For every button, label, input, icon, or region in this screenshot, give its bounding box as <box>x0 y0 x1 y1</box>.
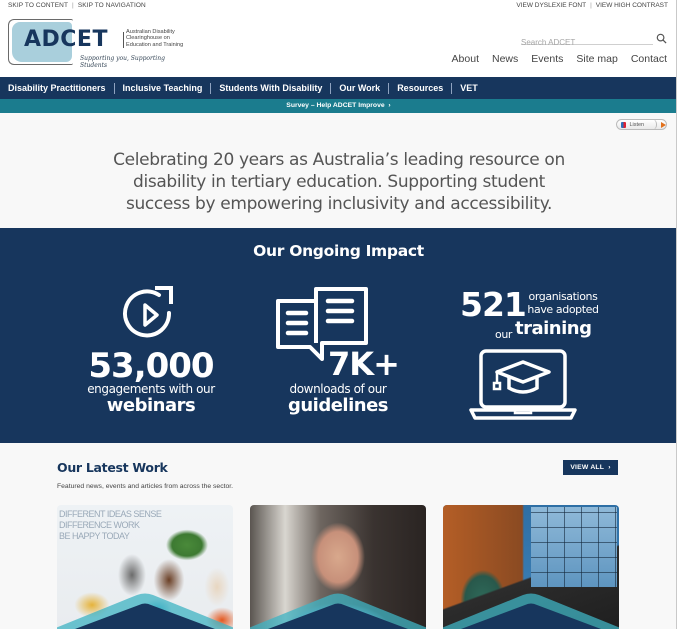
skip-links: SKIP TO CONTENT | SKIP TO NAVIGATION <box>8 2 146 9</box>
survey-banner-link[interactable]: Survey – Help ADCET Improve › <box>0 99 676 113</box>
intro-section: Listen Celebrating 20 years as Australia… <box>0 113 676 228</box>
nav-about[interactable]: About <box>452 53 479 65</box>
main-nav-vet[interactable]: VET <box>460 83 478 93</box>
nav-news[interactable]: News <box>492 53 518 65</box>
stat-webinars: 53,000 engagements with our webinars <box>75 283 227 416</box>
logo-tagline: Supporting you, Supporting Students <box>80 55 165 69</box>
listen-divider <box>652 119 657 130</box>
main-nav-inclusive-teaching[interactable]: Inclusive Teaching <box>123 83 203 93</box>
impact-section: Our Ongoing Impact 53,000 engagements wi… <box>0 228 676 443</box>
dyslexie-font-link[interactable]: VIEW DYSLEXIE FONT <box>516 2 586 9</box>
latest-work-card[interactable]: DIFFERENT IDEAS SENSE DIFFERENCE WORK BE… <box>57 505 233 629</box>
nav-events[interactable]: Events <box>531 53 563 65</box>
chevron-overlay-decoration <box>250 593 426 629</box>
logo-full-name: Australian Disability Clearinghouse on E… <box>126 29 184 48</box>
wall-text-decoration: DIFFERENT IDEAS SENSE DIFFERENCE WORK BE… <box>59 509 162 542</box>
wall-text: DIFFERENT IDEAS SENSE DIFFERENCE WORK BE… <box>59 509 162 541</box>
view-all-button[interactable]: VIEW ALL › <box>563 460 618 475</box>
stat-training: 521 organisations have adopted our train… <box>455 286 615 426</box>
main-nav-students-with-disability[interactable]: Students With Disability <box>219 83 322 93</box>
logo-wordmark: ADCET <box>24 27 108 52</box>
separator: | <box>72 2 74 9</box>
nav-contact[interactable]: Contact <box>631 53 667 65</box>
impact-title: Our Ongoing Impact <box>253 242 424 260</box>
stat-description-text: organisations have adopted <box>527 290 599 316</box>
stat-description: organisations have adopted <box>527 290 599 316</box>
play-icon <box>661 121 666 128</box>
logo-divider <box>123 32 124 48</box>
listen-label: Listen <box>629 121 645 128</box>
nav-separator <box>451 82 453 94</box>
site-header: SKIP TO CONTENT | SKIP TO NAVIGATION VIE… <box>0 0 676 77</box>
skip-to-navigation-link[interactable]: SKIP TO NAVIGATION <box>78 2 146 9</box>
main-nav-disability-practitioners[interactable]: Disability Practitioners <box>8 83 106 93</box>
nav-separator <box>210 82 212 94</box>
adcet-logo[interactable]: ADCET Australian Disability Clearinghous… <box>8 19 188 69</box>
nav-separator <box>388 82 390 94</box>
accessibility-links: VIEW DYSLEXIE FONT | VIEW HIGH CONTRAST <box>516 2 668 9</box>
speaker-icon <box>621 121 627 128</box>
main-nav: Disability Practitioners Inclusive Teach… <box>0 77 676 99</box>
nav-separator <box>330 82 332 94</box>
chevron-right-icon: › <box>386 102 391 109</box>
latest-work-section: Our Latest Work Featured news, events an… <box>0 443 676 629</box>
search-box <box>521 32 653 49</box>
stat-emphasis: guidelines <box>287 395 389 416</box>
separator: | <box>590 2 592 9</box>
listen-button[interactable]: Listen <box>616 119 667 130</box>
latest-work-card[interactable] <box>443 505 619 629</box>
latest-work-card[interactable] <box>250 505 426 629</box>
video-call-grid-decoration <box>531 507 617 587</box>
survey-label: Survey – Help ADCET Improve <box>286 102 385 109</box>
intro-text: Celebrating 20 years as Australia’s lead… <box>113 150 565 214</box>
latest-work-subtitle: Featured news, events and articles from … <box>57 483 234 490</box>
search-input[interactable] <box>521 36 651 49</box>
latest-work-title: Our Latest Work <box>57 460 168 475</box>
stat-number: 7K+ <box>328 345 400 383</box>
skip-to-content-link[interactable]: SKIP TO CONTENT <box>8 2 68 9</box>
main-nav-resources[interactable]: Resources <box>397 83 443 93</box>
high-contrast-link[interactable]: VIEW HIGH CONTRAST <box>596 2 668 9</box>
replay-video-icon <box>123 286 173 338</box>
stat-number: 53,000 <box>88 346 214 386</box>
chevron-right-icon: › <box>606 464 611 471</box>
laptop-graduation-cap-icon <box>469 349 577 420</box>
chevron-overlay-decoration <box>443 593 619 629</box>
nav-separator <box>113 82 115 94</box>
search-icon[interactable] <box>656 33 667 44</box>
main-nav-our-work[interactable]: Our Work <box>339 83 380 93</box>
view-all-label: VIEW ALL <box>570 464 605 471</box>
page: SKIP TO CONTENT | SKIP TO NAVIGATION VIE… <box>0 0 677 629</box>
stat-emphasis: webinars <box>106 395 196 416</box>
nav-site-map[interactable]: Site map <box>576 53 617 65</box>
stat-prefix: our <box>495 328 513 341</box>
utility-nav: About News Events Site map Contact <box>452 53 667 65</box>
chevron-overlay-decoration <box>57 593 233 629</box>
stat-emphasis: training <box>515 318 592 339</box>
